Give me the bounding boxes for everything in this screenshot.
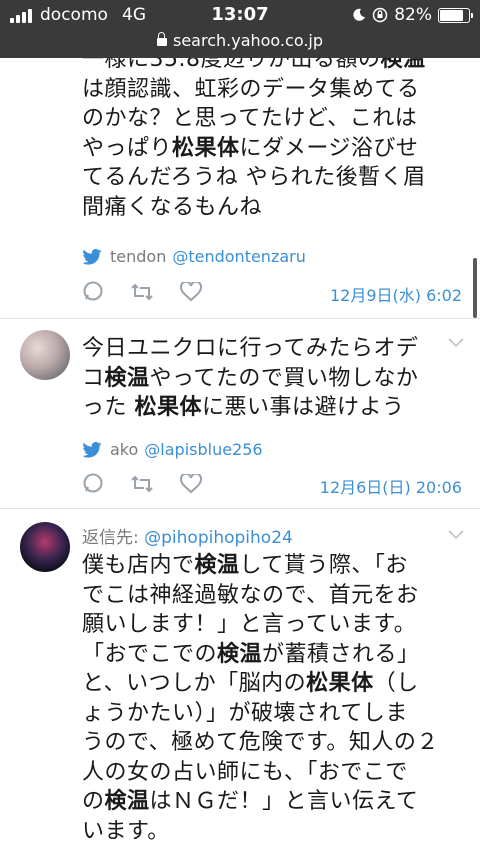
reply-to: 返信先: @pihopihopiho24 xyxy=(82,523,293,548)
tweet-line: 「おでこでの検温が蓄積される」 xyxy=(82,641,420,667)
divider xyxy=(0,318,480,319)
tweet-actions xyxy=(82,473,202,495)
tweet-author[interactable]: tendon @tendontenzaru xyxy=(82,247,306,266)
search-term-highlight: 松果体 xyxy=(306,671,374,696)
avatar[interactable] xyxy=(20,330,70,380)
tweet-line: った 松果体に悪い事は避けよう xyxy=(82,395,405,420)
scrollbar[interactable] xyxy=(473,258,477,318)
tweet-line: でこは神経過敏なので、首元をお xyxy=(82,582,419,608)
tweet-line: 今日ユニクロに行ってみたらオデ xyxy=(82,336,419,361)
retweet-icon[interactable] xyxy=(130,474,154,494)
retweet-icon[interactable] xyxy=(130,282,154,302)
search-term-highlight: 検温 xyxy=(217,641,263,667)
tweet-line: ょうかたい）」が破壊されてしま xyxy=(82,700,408,726)
tweet-text: 今日ユニクロに行ってみたらオデ コ検温やってたので買い物しなか った 松果体に悪い事… xyxy=(82,334,462,423)
address-bar[interactable]: search.yahoo.co.jp xyxy=(0,31,480,50)
tweet-line: います。 xyxy=(82,818,170,844)
search-term-highlight: 検温 xyxy=(194,553,240,578)
divider xyxy=(0,508,480,509)
moon-icon xyxy=(353,8,366,21)
lock-icon xyxy=(156,32,167,46)
like-icon[interactable] xyxy=(180,282,202,302)
author-name: ako xyxy=(110,440,139,459)
tweet-line: のかな？と思ってたけど、これは xyxy=(82,106,418,131)
tweet-text: 僕も店内で検温して貰う際、「お でこは神経過敏なので、首元をお 願いします！」と言っ… xyxy=(82,551,462,846)
author-handle[interactable]: @tendontenzaru xyxy=(172,247,306,266)
url-text: search.yahoo.co.jp xyxy=(172,31,324,50)
tweet-line: 願いします！」と言っています。 xyxy=(82,612,417,637)
search-term-highlight: 松果体 xyxy=(172,135,240,161)
tweet-date[interactable]: 12月6日(日) 20:06 xyxy=(320,474,462,498)
twitter-bird-icon xyxy=(82,441,102,458)
battery-percent: 82% xyxy=(394,5,432,25)
orientation-lock-icon xyxy=(372,7,388,23)
tweet-line: 人の女の占い師にも、「おでこで xyxy=(82,759,408,785)
tweet-line: 間痛くなるもんね xyxy=(82,194,263,220)
chevron-down-icon[interactable] xyxy=(448,530,464,540)
author-name: tendon xyxy=(110,247,167,266)
tweet-author[interactable]: ako @lapisblue256 xyxy=(82,440,263,459)
like-icon[interactable] xyxy=(180,474,202,494)
tweet-line: と、いつしか「脳内の松果体（し xyxy=(82,671,419,696)
tweet-date[interactable]: 12月9日(水) 6:02 xyxy=(330,282,462,306)
search-term-highlight: 検温 xyxy=(104,789,150,814)
status-bar: docomo 4G 13:07 82% search.yahoo.co.jp xyxy=(0,0,480,58)
reply-icon[interactable] xyxy=(82,473,104,495)
search-term-highlight: 検温 xyxy=(104,365,150,391)
tweet-line: うので、極めて危険です。知人の２ xyxy=(82,730,439,755)
tweet-line: 僕も店内で検温して貰う際、「お xyxy=(82,553,408,578)
tweet-text: 一様に35.8度辺りが出る額の検温 は顔認識、虹彩のデータ集めてる のかな？と思って… xyxy=(82,45,462,222)
reply-label: 返信先: xyxy=(82,528,145,548)
tweet-line: やっぱり松果体にダメージ浴びせ xyxy=(82,135,419,161)
tweet-line: てるんだろうね やられた後暫く眉 xyxy=(82,165,426,190)
author-handle[interactable]: @lapisblue256 xyxy=(144,440,262,459)
tweet-line: コ検温やってたので買い物しなか xyxy=(82,365,419,391)
battery-icon xyxy=(438,7,473,23)
twitter-bird-icon xyxy=(82,248,102,265)
avatar[interactable] xyxy=(20,522,70,572)
search-term-highlight: 松果体 xyxy=(134,395,203,420)
reply-icon[interactable] xyxy=(82,281,104,303)
tweet-actions xyxy=(82,281,202,303)
tweet-line: の検温はＮＧだ！」と言い伝えて xyxy=(82,789,419,814)
reply-handle[interactable]: @pihopihopiho24 xyxy=(144,528,293,548)
tweet-line: は顔認識、虹彩のデータ集めてる xyxy=(82,76,420,102)
